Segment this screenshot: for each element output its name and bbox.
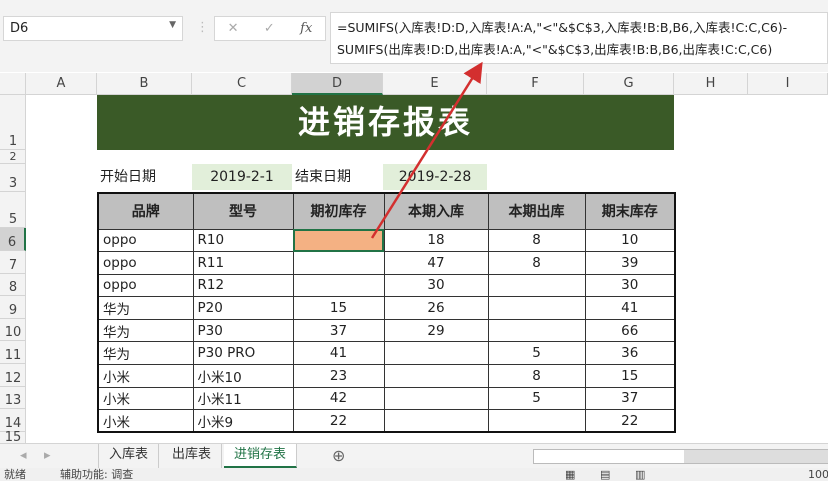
- horizontal-scrollbar[interactable]: [533, 449, 828, 464]
- status-ready: 就绪: [4, 468, 26, 481]
- accessibility-status[interactable]: 辅助功能: 调查: [60, 468, 133, 481]
- scroll-left-icon[interactable]: ◂: [20, 448, 27, 463]
- zoom-level[interactable]: 100: [808, 468, 828, 481]
- tab-进销存表[interactable]: 进销存表: [224, 444, 298, 468]
- red-arrow: [370, 61, 483, 239]
- scrollbar-thumb[interactable]: [534, 450, 684, 463]
- normal-view-icon[interactable]: ▦: [565, 468, 575, 481]
- tab-出库表[interactable]: 出库表: [162, 444, 223, 468]
- tab-入库表[interactable]: 入库表: [98, 444, 160, 468]
- sheet-tab-bar: ◂ ▸ 入库表 出库表 进销存表 ⊕: [0, 443, 828, 468]
- scroll-right-icon[interactable]: ▸: [44, 448, 51, 463]
- page-break-icon[interactable]: ▥: [635, 468, 645, 481]
- status-bar: 就绪 辅助功能: 调查 ▦ ▤ ▥ 100: [0, 468, 828, 481]
- add-sheet-icon[interactable]: ⊕: [332, 446, 345, 465]
- annotation-arrow: [370, 61, 483, 239]
- page-layout-icon[interactable]: ▤: [600, 468, 610, 481]
